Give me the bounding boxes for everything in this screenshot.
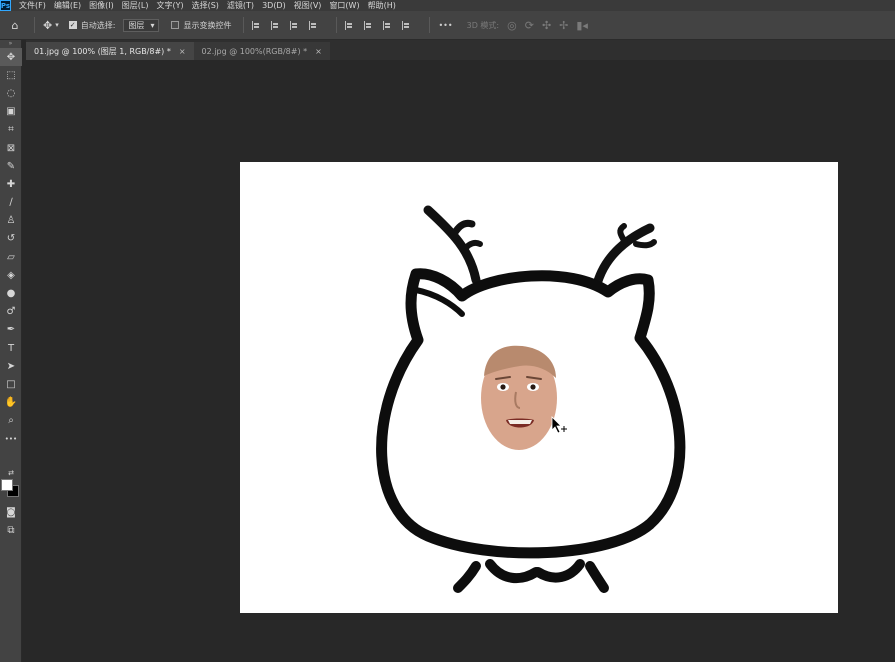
- align-middle-vertical-icon[interactable]: [364, 20, 373, 30]
- document-tab-bar: 01.jpg @ 100% (图层 1, RGB/8#) * × 02.jpg …: [26, 40, 895, 60]
- eyedropper-tool-icon[interactable]: ✎: [0, 157, 22, 175]
- show-transform-checkbox[interactable]: [171, 21, 180, 29]
- align-top-icon[interactable]: [345, 20, 354, 30]
- dodge-tool-icon[interactable]: ♂: [0, 303, 22, 321]
- distribute-horizontal-icon[interactable]: [309, 20, 318, 30]
- slide-3d-icon[interactable]: ✢: [559, 19, 568, 32]
- auto-select-target-dropdown[interactable]: 图层 ▾: [123, 18, 160, 32]
- eraser-tool-icon[interactable]: ▱: [0, 248, 22, 266]
- quick-mask-icon[interactable]: ◙: [0, 503, 22, 521]
- menu-window[interactable]: 窗口(W): [329, 0, 359, 11]
- divider: [34, 17, 35, 33]
- distribute-vertical-icon[interactable]: [402, 20, 411, 30]
- photoshop-logo-icon: Ps: [0, 0, 11, 11]
- 3d-mode-label: 3D 模式:: [466, 20, 500, 30]
- align-bottom-icon[interactable]: [383, 20, 392, 30]
- menu-help[interactable]: 帮助(H): [368, 0, 396, 11]
- menu-image[interactable]: 图像(I): [89, 0, 114, 11]
- menu-view[interactable]: 视图(V): [294, 0, 322, 11]
- menu-type[interactable]: 文字(Y): [156, 0, 183, 11]
- frame-tool-icon[interactable]: ⊠: [0, 139, 22, 157]
- home-icon[interactable]: ⌂: [4, 19, 26, 32]
- tab-label: 02.jpg @ 100%(RGB/8#) *: [201, 46, 308, 56]
- scale-3d-icon[interactable]: ▮◂: [576, 19, 588, 32]
- options-bar: ⌂ ✥ ▾ ✓ 自动选择: 图层 ▾ 显示变换控件 ••• 3D 模式: ◎ ⟳…: [0, 11, 895, 40]
- more-tools-icon[interactable]: •••: [0, 430, 22, 448]
- history-brush-tool-icon[interactable]: ↺: [0, 230, 22, 248]
- menu-edit[interactable]: 编辑(E): [54, 0, 81, 11]
- tab-02-jpg[interactable]: 02.jpg @ 100%(RGB/8#) * ×: [193, 42, 330, 60]
- menu-3d[interactable]: 3D(D): [262, 0, 286, 11]
- menu-filter[interactable]: 滤镜(T): [227, 0, 254, 11]
- close-icon[interactable]: ×: [315, 47, 322, 56]
- clone-stamp-tool-icon[interactable]: ♙: [0, 212, 22, 230]
- menu-select[interactable]: 选择(S): [192, 0, 219, 11]
- zoom-tool-icon[interactable]: ⌕: [0, 412, 22, 430]
- pan-3d-icon[interactable]: ✣: [542, 19, 551, 32]
- tools-panel: » ✥ ⬚ ◌ ▣ ⌗ ⊠ ✎ ✚ ∕ ♙ ↺ ▱ ◈ ● ♂ ✒ T ➤ □ ✋ ⌕ ••• ⇄ ◙ ⧉: [0, 40, 22, 662]
- divider: [243, 17, 245, 33]
- align-left-icon[interactable]: [252, 20, 261, 30]
- document-canvas[interactable]: [240, 162, 838, 613]
- object-select-tool-icon[interactable]: ▣: [0, 103, 22, 121]
- healing-brush-tool-icon[interactable]: ✚: [0, 175, 22, 193]
- move-tool-icon[interactable]: ✥: [0, 48, 22, 67]
- align-center-horizontal-icon[interactable]: [271, 20, 280, 30]
- collapse-toolbar-icon[interactable]: »: [0, 40, 21, 48]
- menu-file[interactable]: 文件(F): [19, 0, 46, 11]
- tab-01-jpg[interactable]: 01.jpg @ 100% (图层 1, RGB/8#) * ×: [26, 42, 194, 60]
- move-tool-preset-icon[interactable]: ✥: [43, 19, 52, 32]
- divider: [429, 17, 431, 33]
- chevron-down-icon: ▾: [150, 20, 155, 30]
- orbit-3d-icon[interactable]: ◎: [507, 19, 517, 32]
- auto-select-label: 自动选择:: [80, 20, 116, 30]
- crop-tool-icon[interactable]: ⌗: [0, 121, 22, 139]
- face-photo-layer: [481, 345, 557, 450]
- menu-bar: Ps 文件(F) 编辑(E) 图像(I) 图层(L) 文字(Y) 选择(S) 滤…: [0, 0, 895, 11]
- roll-3d-icon[interactable]: ⟳: [525, 19, 534, 32]
- chevron-down-icon[interactable]: ▾: [55, 21, 59, 29]
- close-icon[interactable]: ×: [179, 47, 186, 56]
- path-selection-tool-icon[interactable]: ➤: [0, 357, 22, 375]
- menu-layer[interactable]: 图层(L): [122, 0, 149, 11]
- screen-mode-icon[interactable]: ⧉: [0, 521, 22, 539]
- tab-label: 01.jpg @ 100% (图层 1, RGB/8#) *: [34, 46, 171, 56]
- align-right-icon[interactable]: [290, 20, 299, 30]
- hand-tool-icon[interactable]: ✋: [0, 394, 22, 412]
- blur-tool-icon[interactable]: ●: [0, 284, 22, 302]
- show-transform-label[interactable]: 显示变换控件: [183, 20, 231, 31]
- auto-select-checkbox[interactable]: ✓: [68, 21, 77, 29]
- owl-cartoon-artwork: [376, 205, 686, 593]
- paint-bucket-tool-icon[interactable]: ◈: [0, 266, 22, 284]
- pen-tool-icon[interactable]: ✒: [0, 321, 22, 339]
- brush-tool-icon[interactable]: ∕: [0, 194, 22, 212]
- rectangle-tool-icon[interactable]: □: [0, 375, 22, 393]
- type-tool-icon[interactable]: T: [0, 339, 22, 357]
- lasso-tool-icon[interactable]: ◌: [0, 84, 22, 102]
- marquee-tool-icon[interactable]: ⬚: [0, 66, 22, 84]
- foreground-color-swatch[interactable]: [1, 479, 13, 491]
- divider: [336, 17, 338, 33]
- more-options-button[interactable]: •••: [438, 21, 452, 30]
- auto-select-target-value: 图层: [128, 20, 145, 30]
